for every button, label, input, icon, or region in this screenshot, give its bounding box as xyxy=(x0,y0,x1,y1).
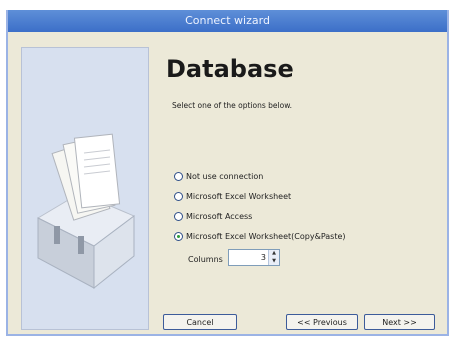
page-title: Database xyxy=(166,55,294,83)
radio-button[interactable] xyxy=(174,212,183,221)
next-button[interactable]: Next >> xyxy=(364,314,435,330)
wizard-side-panel xyxy=(21,47,149,330)
card-file-illustration xyxy=(36,133,135,290)
stepper-buttons[interactable]: ▲ ▼ xyxy=(268,250,279,265)
connect-wizard-window: Connect wizard Database Select one of th… xyxy=(6,10,449,336)
option-label: Not use connection xyxy=(186,172,264,181)
columns-label: Columns xyxy=(188,255,223,264)
columns-stepper[interactable]: 3 ▲ ▼ xyxy=(228,249,280,266)
option-microsoft-access[interactable]: Microsoft Access xyxy=(174,212,252,221)
radio-button[interactable] xyxy=(174,172,183,181)
option-excel-copy-paste[interactable]: Microsoft Excel Worksheet(Copy&Paste) xyxy=(174,232,346,241)
radio-button[interactable] xyxy=(174,192,183,201)
stepper-up-icon[interactable]: ▲ xyxy=(269,250,279,258)
option-label: Microsoft Excel Worksheet xyxy=(186,192,292,201)
instruction-text: Select one of the options below. xyxy=(172,101,293,110)
stepper-down-icon[interactable]: ▼ xyxy=(269,257,279,265)
option-label: Microsoft Excel Worksheet(Copy&Paste) xyxy=(186,232,346,241)
radio-button-selected[interactable] xyxy=(174,232,183,241)
columns-value[interactable]: 3 xyxy=(229,253,268,262)
cancel-button[interactable]: Cancel xyxy=(163,314,237,330)
option-excel-worksheet[interactable]: Microsoft Excel Worksheet xyxy=(174,192,291,201)
option-not-use-connection[interactable]: Not use connection xyxy=(174,172,263,181)
previous-button[interactable]: << Previous xyxy=(286,314,358,330)
window-title: Connect wizard xyxy=(8,10,447,32)
option-label: Microsoft Access xyxy=(186,212,253,221)
